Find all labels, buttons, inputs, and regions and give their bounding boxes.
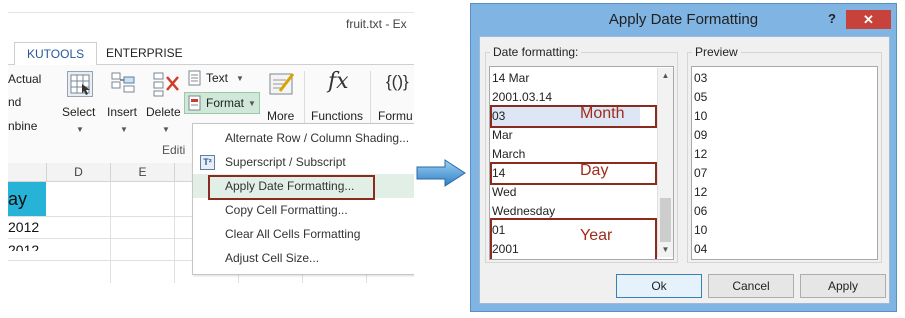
date-format-list[interactable]: 14 Mar 2001.03.14 03 Mar March 14 Wed We… [489,66,674,260]
excel-window: fruit.txt - Ex KUTOOLS ENTERPRISE Actual… [8,12,414,283]
insert-button[interactable]: Insert ▼ [104,69,144,159]
tab-enterprise[interactable]: ENTERPRISE [94,42,195,64]
year-annotation: Year [580,227,613,244]
preview-item: 12 [694,147,708,161]
preview-label: Preview [692,45,741,59]
select-button[interactable]: Select ▼ [60,69,100,159]
preview-item: 07 [694,166,708,180]
date-formatting-group: Date formatting: 14 Mar 2001.03.14 03 Ma… [485,45,678,263]
group-label: Editi [162,143,186,157]
preview-item: 04 [694,242,708,256]
column-header-c[interactable] [8,163,47,182]
insert-icon [110,71,136,97]
menu-item-label: Clear All Cells Formatting [225,227,361,241]
more-button[interactable]: More [264,69,304,129]
menu-item-label: Superscript / Subscript [225,155,346,169]
preview-item: 05 [694,90,708,104]
preview-item: 10 [694,109,708,123]
list-item[interactable]: Mar [492,126,513,145]
preview-list: 03 05 10 09 12 07 12 06 10 04 [691,66,878,260]
tab-kutools[interactable]: KUTOOLS [14,42,98,65]
text-label: Text [206,71,229,85]
menu-item-label: Alternate Row / Column Shading... [225,131,410,145]
formula-icon: {()} [386,72,409,91]
cell-value[interactable]: 2012 [8,241,39,251]
ok-button[interactable]: Ok [616,274,702,298]
list-item[interactable]: Wed [492,183,516,202]
more-label: More [267,109,295,123]
functions-icon: fx [328,69,349,94]
text-button[interactable]: Text ▼ [186,69,248,87]
column-header-d[interactable]: D [47,163,111,182]
menu-item-alternate-shading[interactable]: Alternate Row / Column Shading... [193,126,414,150]
delete-caret-icon: ▼ [162,125,170,134]
formula-label: Formu [378,109,413,123]
menu-item-apply-date-formatting[interactable]: Apply Date Formatting... [193,174,414,200]
grid-line [174,181,175,283]
menu-item-label: Copy Cell Formatting... [225,203,348,217]
column-header-e[interactable]: E [111,163,175,182]
select-label: Select [62,105,96,119]
format-dropdown-menu: Alternate Row / Column Shading... T² Sup… [192,123,414,275]
cancel-button[interactable]: Cancel [708,274,794,298]
date-formatting-label: Date formatting: [490,45,582,59]
list-item[interactable]: 14 Mar [492,69,529,88]
year-annotation-box [490,218,657,259]
preview-item: 09 [694,128,708,142]
apply-date-formatting-dialog: Apply Date Formatting ? ✕ Date formattin… [470,3,897,312]
superscript-icon: T² [200,155,215,170]
menu-item-superscript[interactable]: T² Superscript / Subscript [193,150,414,174]
menu-item-label: Apply Date Formatting... [225,179,355,193]
help-button[interactable]: ? [823,9,841,29]
functions-label: Functions [311,109,364,123]
insert-caret-icon: ▼ [120,125,128,134]
window-title: fruit.txt - Ex [346,17,407,31]
nd-label[interactable]: nd [8,95,21,109]
select-icon [67,71,93,97]
grid-line [110,181,111,283]
text-caret-icon: ▼ [236,74,244,83]
preview-group: Preview 03 05 10 09 12 07 12 06 10 04 [687,45,882,263]
format-label: Format [206,96,245,110]
insert-label: Insert [107,105,138,119]
month-annotation: Month [580,105,625,122]
preview-item: 03 [694,71,708,85]
header-cell[interactable]: ay [8,182,46,216]
menu-item-copy-cell-formatting[interactable]: Copy Cell Formatting... [193,198,414,222]
actual-label[interactable]: Actual [8,72,41,86]
preview-item: 06 [694,204,708,218]
close-button[interactable]: ✕ [846,10,891,29]
scroll-down-icon[interactable]: ▼ [658,243,673,257]
combine-label[interactable]: nbine [8,119,37,133]
format-caret-icon: ▼ [248,99,256,108]
cell-value[interactable]: 2012 [8,219,39,235]
delete-label: Delete [146,105,181,119]
day-annotation-box [490,162,657,185]
apply-button[interactable]: Apply [800,274,886,298]
menu-item-adjust-cell-size[interactable]: Adjust Cell Size... [193,246,414,270]
right-arrow-icon [415,158,467,191]
functions-button[interactable]: fx Functions [308,69,368,129]
preview-item: 12 [694,185,708,199]
menu-item-clear-formatting[interactable]: Clear All Cells Formatting [193,222,414,246]
scrollbar-thumb[interactable] [660,198,671,242]
formula-button[interactable]: {()} Formu [374,69,414,129]
day-annotation: Day [580,162,609,179]
more-icon [268,71,296,97]
scrollbar[interactable]: ▲ ▼ [657,68,673,257]
text-icon [188,70,202,86]
format-button[interactable]: Format ▼ [184,92,260,114]
month-annotation-box [490,105,657,128]
select-caret-icon: ▼ [76,125,84,134]
preview-item: 10 [694,223,708,237]
delete-icon [152,71,180,97]
dialog-body: Date formatting: 14 Mar 2001.03.14 03 Ma… [479,36,890,304]
format-icon [188,95,202,111]
menu-item-label: Adjust Cell Size... [225,251,320,265]
scroll-up-icon[interactable]: ▲ [658,69,673,83]
